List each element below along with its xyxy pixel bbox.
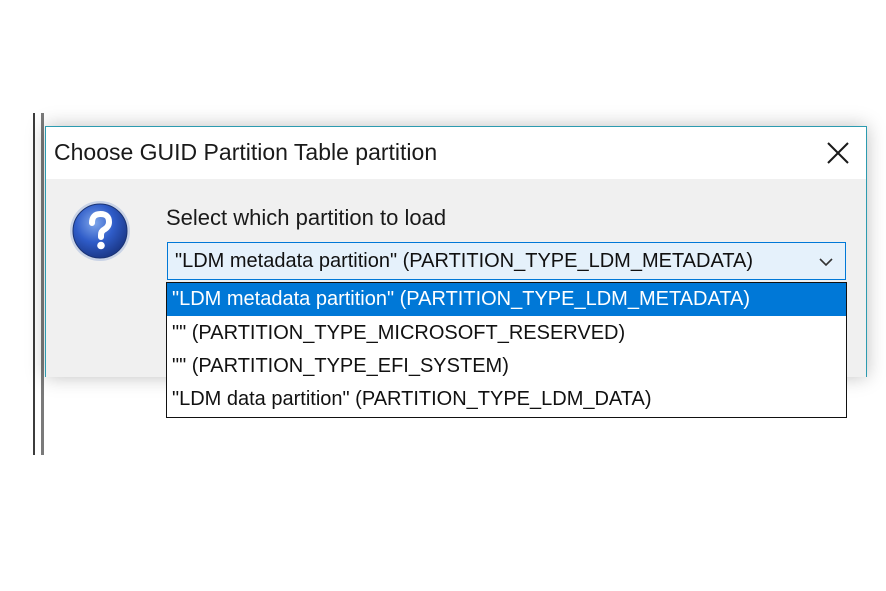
partition-select[interactable]: "LDM metadata partition" (PARTITION_TYPE… bbox=[167, 242, 846, 280]
screen: Choose GUID Partition Table partition Se… bbox=[0, 0, 886, 591]
close-button[interactable] bbox=[824, 139, 852, 167]
background-window-edge bbox=[33, 113, 35, 455]
chevron-down-icon bbox=[819, 258, 833, 267]
dropdown-option[interactable]: "" (PARTITION_TYPE_EFI_SYSTEM) bbox=[167, 350, 846, 383]
dialog-title: Choose GUID Partition Table partition bbox=[54, 139, 438, 165]
background-window-edge bbox=[41, 113, 44, 455]
close-icon bbox=[827, 142, 849, 164]
partition-dropdown-list: "LDM metadata partition" (PARTITION_TYPE… bbox=[166, 282, 847, 418]
dropdown-option[interactable]: "" (PARTITION_TYPE_MICROSOFT_RESERVED) bbox=[167, 317, 846, 350]
dropdown-option[interactable]: "LDM data partition" (PARTITION_TYPE_LDM… bbox=[167, 383, 846, 416]
partition-select-value: "LDM metadata partition" (PARTITION_TYPE… bbox=[175, 250, 754, 272]
prompt-label: Select which partition to load bbox=[166, 205, 447, 230]
dialog-titlebar[interactable]: Choose GUID Partition Table partition bbox=[46, 127, 866, 179]
question-icon bbox=[70, 201, 130, 261]
dropdown-option[interactable]: "LDM metadata partition" (PARTITION_TYPE… bbox=[167, 283, 846, 316]
